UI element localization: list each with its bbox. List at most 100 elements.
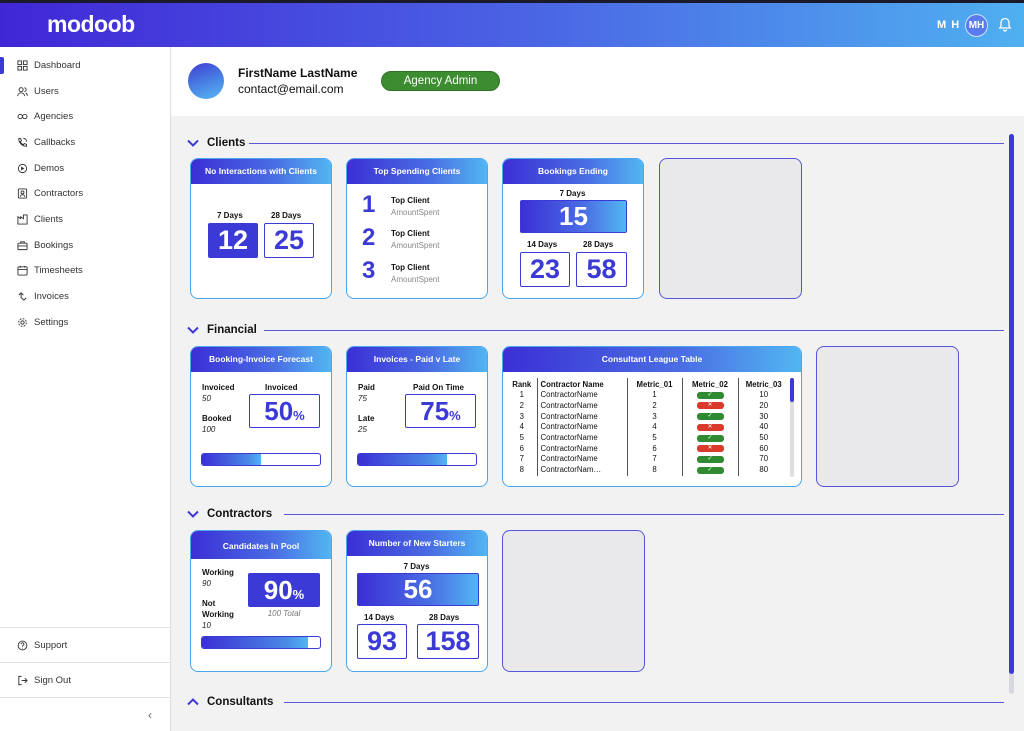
rank-number: 2: [362, 224, 376, 251]
sidebar-item-bookings[interactable]: Bookings: [17, 236, 73, 254]
collapse-sidebar-button[interactable]: ‹: [148, 708, 152, 722]
metric-03-cell: 60: [759, 443, 769, 453]
total-label: 100 Total: [267, 609, 301, 618]
column-header[interactable]: Metric_01: [627, 378, 683, 390]
late-value: 25: [358, 425, 367, 434]
active-indicator: [0, 57, 4, 74]
empty-widget-slot[interactable]: [816, 346, 959, 487]
card-title: Booking-Invoice Forecast: [191, 347, 331, 372]
sidebar-item-callbacks[interactable]: Callbacks: [17, 133, 75, 151]
chevron-down-icon[interactable]: [187, 510, 199, 518]
chevron-up-icon[interactable]: [187, 698, 199, 706]
column-header[interactable]: Rank: [507, 378, 538, 390]
percent-label: Paid On Time: [413, 383, 464, 392]
main-scrollbar[interactable]: [1009, 134, 1014, 694]
table-row[interactable]: 7 ContractorName 7 ✓ 70: [507, 454, 789, 465]
sidebar-item-label: Agencies: [34, 110, 74, 122]
main-scrollbar-thumb[interactable]: [1009, 134, 1014, 674]
sidebar-item-invoices[interactable]: Invoices: [17, 287, 69, 305]
rank-number: 1: [362, 191, 376, 218]
table-row[interactable]: 8 ContractorNam… 8 ✓ 80: [507, 464, 789, 476]
column-header[interactable]: Metric_02: [682, 378, 739, 390]
sidebar-item-label: Users: [34, 85, 59, 97]
sidebar-item-dashboard[interactable]: Dashboard: [17, 56, 80, 74]
section-consultants-header[interactable]: Consultants: [187, 694, 273, 710]
value-7-days: 15: [520, 200, 627, 233]
table-row[interactable]: 3 ContractorName 3 ✓ 30: [507, 411, 789, 423]
sidebar-item-clients[interactable]: Clients: [17, 210, 63, 228]
section-divider: [249, 143, 1004, 144]
table-scrollbar-thumb[interactable]: [790, 378, 794, 402]
booked-value: 100: [202, 425, 216, 434]
sidebar-item-signout[interactable]: Sign Out: [17, 671, 71, 689]
sidebar-item-timesheets[interactable]: Timesheets: [17, 261, 83, 279]
league-table-body: 1 ContractorName 1 ✓ 10 2 ContractorName 2 ✕ 20 3 C…: [507, 390, 789, 476]
percent-sign: %: [293, 408, 305, 423]
metric-03-cell: 80: [759, 465, 769, 475]
metric-01-cell: 5: [627, 432, 683, 444]
contractor-name-cell: ContractorName: [537, 390, 628, 401]
section-title: Financial: [207, 324, 257, 336]
user-avatar[interactable]: MH: [965, 14, 988, 37]
working-label: Working: [202, 568, 234, 577]
metric-01-cell: 3: [627, 411, 683, 423]
empty-widget-slot[interactable]: [659, 158, 802, 299]
help-icon: [17, 640, 28, 650]
sidebar-item-demos[interactable]: Demos: [17, 159, 64, 177]
section-clients-header[interactable]: Clients: [187, 135, 245, 151]
card-title: Consultant League Table: [503, 347, 801, 372]
metric-01-cell: 4: [627, 422, 683, 433]
league-table: Rank Contractor Name Metric_01 Metric_02…: [507, 378, 789, 476]
progress-fill: [202, 637, 309, 648]
client-amount: AmountSpent: [391, 275, 440, 284]
sidebar-item-agencies[interactable]: Agencies: [17, 107, 73, 125]
table-row[interactable]: 1 ContractorName 1 ✓ 10: [507, 390, 789, 401]
profile-name: FirstName LastName: [238, 66, 358, 80]
table-row[interactable]: 6 ContractorName 6 ✕ 60: [507, 443, 789, 455]
card-invoices-paid-late: Invoices - Paid v Late Paid 75 Late 25 P…: [346, 346, 488, 487]
label-28-days: 28 Days: [271, 211, 302, 220]
section-financial-header[interactable]: Financial: [187, 322, 257, 338]
user-initials: M H: [937, 19, 961, 31]
progress-fill: [202, 454, 261, 465]
percent-sign: %: [292, 587, 305, 602]
agencies-icon: [17, 113, 28, 119]
bell-icon[interactable]: [998, 17, 1012, 33]
sidebar-item-label: Clients: [34, 213, 64, 225]
table-row[interactable]: 4 ContractorName 4 ✕ 40: [507, 422, 789, 433]
app-logo[interactable]: modoob: [47, 11, 135, 38]
column-header[interactable]: Metric_03: [738, 378, 789, 390]
sidebar-item-support[interactable]: Support: [17, 636, 67, 654]
card-booking-invoice-forecast: Booking-Invoice Forecast Invoiced 50 Boo…: [190, 346, 332, 487]
card-title: Number of New Starters: [347, 531, 487, 556]
card-new-starters: Number of New Starters 7 Days 56 14 Days…: [346, 530, 488, 672]
chevron-down-icon[interactable]: [187, 139, 199, 147]
profile-header: FirstName LastName contact@email.com Age…: [171, 47, 1024, 116]
users-icon: [17, 86, 28, 96]
table-row[interactable]: 2 ContractorName 2 ✕ 20: [507, 400, 789, 412]
table-scrollbar[interactable]: [790, 378, 794, 477]
sidebar-item-label: Contractors: [34, 187, 84, 199]
sidebar-item-contractors[interactable]: Contractors: [17, 184, 83, 202]
card-candidates-in-pool: Candidates In Pool Working 90 Not Workin…: [190, 530, 332, 672]
contractor-name-cell: ContractorName: [537, 454, 628, 465]
percent-value: 50: [264, 396, 294, 426]
sidebar-item-settings[interactable]: Settings: [17, 313, 68, 331]
invoiced-value: 50: [202, 394, 211, 403]
label-14-days: 14 Days: [364, 613, 395, 622]
profile-avatar[interactable]: [188, 63, 224, 99]
rank-cell: 2: [507, 400, 538, 412]
signout-icon: [18, 675, 28, 685]
column-header[interactable]: Contractor Name: [537, 378, 628, 390]
chevron-down-icon[interactable]: [187, 326, 199, 334]
section-title: Clients: [207, 137, 246, 149]
card-title: Invoices - Paid v Late: [347, 347, 487, 372]
empty-widget-slot[interactable]: [502, 530, 645, 672]
sidebar-item-users[interactable]: Users: [17, 82, 59, 100]
sidebar-item-label: Sign Out: [34, 674, 71, 686]
check-status-badge: ✓: [696, 455, 724, 463]
table-row[interactable]: 5 ContractorName 5 ✓ 50: [507, 432, 789, 444]
section-contractors-header[interactable]: Contractors: [187, 506, 272, 522]
app-root: modoob M H MH Dashboard Users Agencies C…: [0, 0, 1024, 731]
sidebar-divider: [0, 627, 171, 628]
